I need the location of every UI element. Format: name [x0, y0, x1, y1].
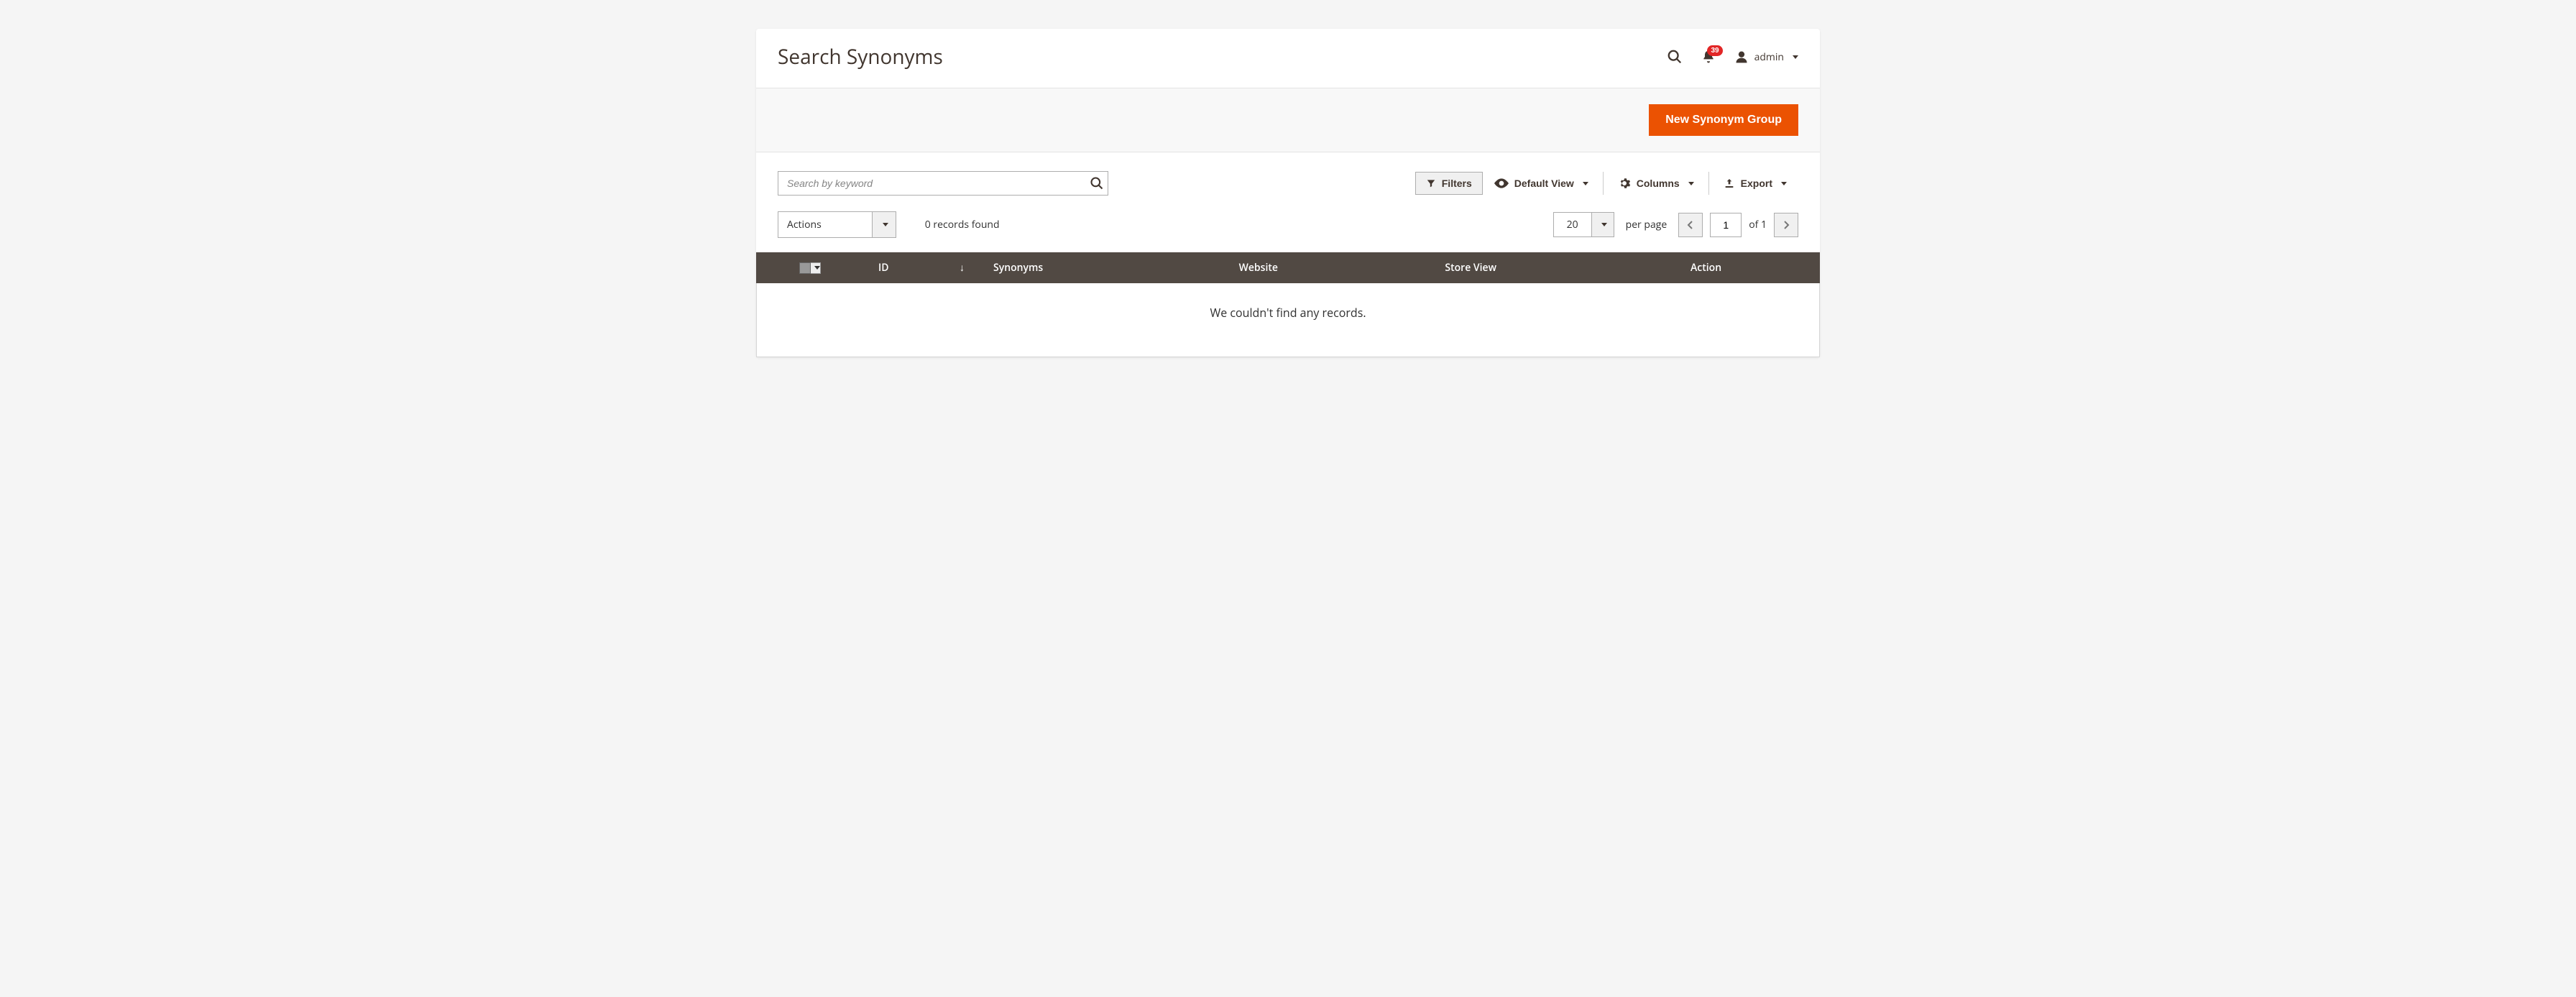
chevron-left-icon: [1687, 220, 1694, 230]
user-icon: [1734, 50, 1749, 64]
column-label: Action: [1690, 261, 1721, 275]
header-actions: 39 admin: [1667, 49, 1798, 65]
grid-sub-toolbar: Actions 0 records found 20 per page of 1: [756, 204, 1820, 252]
column-label: Synonyms: [993, 261, 1043, 275]
checkbox-icon: [799, 262, 811, 274]
select-all-checkbox[interactable]: [799, 262, 821, 274]
grid-toolbar: Filters Default View Columns Export: [756, 152, 1820, 204]
pager-prev-button[interactable]: [1678, 213, 1703, 237]
records-found-label: 0 records found: [925, 218, 1000, 231]
filter-icon: [1426, 178, 1436, 188]
global-search-button[interactable]: [1667, 49, 1683, 65]
toolbar-right: Filters Default View Columns Export: [1415, 171, 1798, 196]
column-header-synonyms[interactable]: Synonyms: [979, 252, 1225, 283]
data-grid: ID ↓ Synonyms Website Store View Action …: [756, 252, 1820, 357]
grid-empty-message: We couldn't find any records.: [756, 283, 1820, 357]
action-bar: New Synonym Group: [756, 88, 1820, 152]
column-header-website[interactable]: Website: [1225, 252, 1431, 283]
page-header: Search Synonyms 39 admin: [756, 29, 1820, 88]
chevron-down-icon: [1793, 55, 1798, 59]
separator: [1708, 172, 1709, 195]
chevron-down-icon: [1688, 182, 1694, 185]
column-header-checkbox[interactable]: [756, 252, 864, 283]
page-size-toggle[interactable]: [1591, 213, 1614, 236]
chevron-down-icon: [883, 223, 888, 226]
export-button[interactable]: Export: [1712, 172, 1798, 195]
admin-page: Search Synonyms 39 admin New Synonym Gro…: [756, 29, 1820, 357]
user-label: admin: [1754, 50, 1784, 64]
mass-actions-toggle[interactable]: [872, 212, 896, 237]
page-title: Search Synonyms: [778, 43, 943, 70]
chevron-right-icon: [1782, 220, 1790, 230]
grid-header-row: ID ↓ Synonyms Website Store View Action: [756, 252, 1820, 283]
sort-descending-icon: ↓: [960, 261, 965, 275]
page-size-value: 20: [1554, 213, 1591, 236]
notification-badge: 39: [1707, 45, 1722, 56]
select-all-dropdown[interactable]: [811, 262, 821, 274]
columns-button[interactable]: Columns: [1606, 171, 1706, 196]
column-header-action: Action: [1676, 252, 1820, 283]
gear-icon: [1618, 177, 1631, 190]
keyword-search: [778, 171, 1108, 196]
search-icon: [1667, 49, 1683, 65]
sub-toolbar-left: Actions 0 records found: [778, 211, 1000, 238]
mass-actions-dropdown[interactable]: Actions: [778, 211, 896, 238]
column-label: Website: [1239, 261, 1278, 275]
per-page-label: per page: [1626, 218, 1668, 231]
separator: [1603, 172, 1604, 195]
default-view-button[interactable]: Default View: [1483, 172, 1600, 195]
column-header-id[interactable]: ID ↓: [864, 252, 979, 283]
keyword-search-button[interactable]: [1090, 176, 1104, 190]
view-label: Default View: [1514, 178, 1574, 189]
page-size-selector[interactable]: 20: [1553, 212, 1614, 237]
notifications-button[interactable]: 39: [1701, 50, 1716, 64]
new-synonym-group-button[interactable]: New Synonym Group: [1649, 104, 1798, 136]
sub-toolbar-right: 20 per page of 1: [1553, 212, 1798, 237]
search-icon: [1090, 176, 1104, 190]
column-header-store-view[interactable]: Store View: [1430, 252, 1676, 283]
column-label: ID: [878, 261, 889, 275]
chevron-down-icon: [1583, 182, 1588, 185]
user-menu[interactable]: admin: [1734, 50, 1798, 64]
column-label: Store View: [1445, 261, 1496, 275]
pager-total-label: of 1: [1749, 218, 1767, 231]
export-label: Export: [1741, 178, 1772, 189]
export-icon: [1724, 178, 1735, 189]
mass-actions-label: Actions: [778, 212, 872, 237]
eye-icon: [1494, 178, 1509, 188]
pager: of 1: [1678, 213, 1798, 237]
chevron-down-icon: [1781, 182, 1787, 185]
filters-button[interactable]: Filters: [1415, 172, 1483, 195]
chevron-down-icon: [814, 266, 820, 270]
columns-label: Columns: [1637, 178, 1680, 189]
filters-label: Filters: [1442, 178, 1472, 189]
keyword-search-input[interactable]: [778, 171, 1108, 196]
pager-next-button[interactable]: [1774, 213, 1798, 237]
chevron-down-icon: [1601, 223, 1607, 226]
pager-current-input[interactable]: [1710, 213, 1742, 237]
